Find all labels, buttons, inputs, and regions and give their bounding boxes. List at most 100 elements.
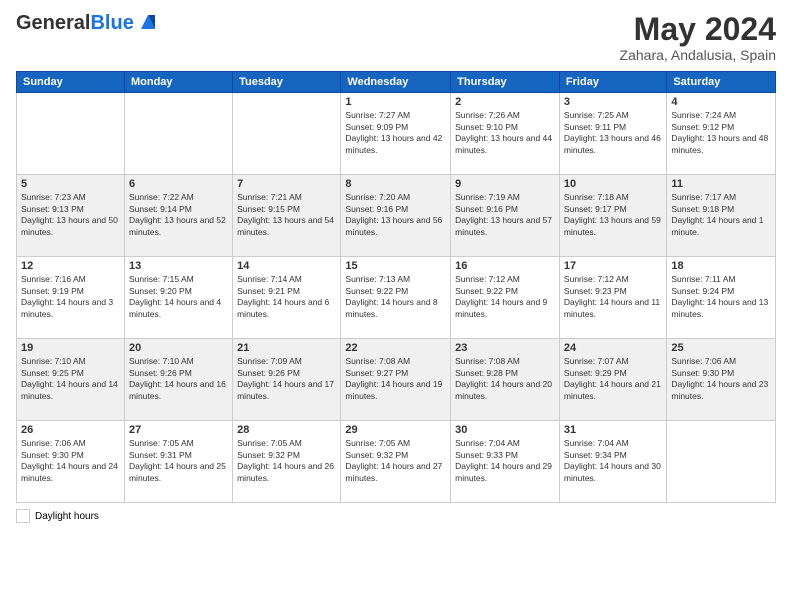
logo-blue: Blue <box>90 12 133 34</box>
day-number: 19 <box>21 342 120 354</box>
day-info: Sunrise: 7:19 AMSunset: 9:16 PMDaylight:… <box>455 192 555 238</box>
day-number: 11 <box>671 178 771 190</box>
calendar-cell: 3 Sunrise: 7:25 AMSunset: 9:11 PMDaylight… <box>559 93 666 175</box>
day-number: 13 <box>129 260 228 272</box>
day-info: Sunrise: 7:24 AMSunset: 9:12 PMDaylight:… <box>671 110 771 156</box>
calendar-cell: 2 Sunrise: 7:26 AMSunset: 9:10 PMDaylight… <box>451 93 560 175</box>
calendar-day-header: Wednesday <box>341 72 451 93</box>
calendar-cell <box>667 421 776 503</box>
legend: Daylight hours <box>16 509 776 523</box>
calendar-header-row: SundayMondayTuesdayWednesdayThursdayFrid… <box>17 72 776 93</box>
calendar-cell: 30Sunrise: 7:04 AMSunset: 9:33 PMDayligh… <box>451 421 560 503</box>
day-number: 24 <box>564 342 662 354</box>
calendar-cell: 5Sunrise: 7:23 AMSunset: 9:13 PMDaylight… <box>17 175 125 257</box>
day-info: Sunrise: 7:18 AMSunset: 9:17 PMDaylight:… <box>564 192 662 238</box>
day-info: Sunrise: 7:14 AMSunset: 9:21 PMDaylight:… <box>237 274 336 320</box>
header: GeneralBlue May 2024 Zahara, Andalusia, … <box>16 12 776 63</box>
day-number: 16 <box>455 260 555 272</box>
calendar-cell: 29Sunrise: 7:05 AMSunset: 9:32 PMDayligh… <box>341 421 451 503</box>
calendar-cell: 18 Sunrise: 7:11 AMSunset: 9:24 PMDayligh… <box>667 257 776 339</box>
calendar-cell <box>233 93 341 175</box>
day-info: Sunrise: 7:04 AMSunset: 9:34 PMDaylight:… <box>564 438 662 484</box>
day-info: Sunrise: 7:06 AMSunset: 9:30 PMDaylight:… <box>671 356 771 402</box>
calendar-cell: 13 Sunrise: 7:15 AMSunset: 9:20 PMDayligh… <box>124 257 232 339</box>
calendar-cell: 25Sunrise: 7:06 AMSunset: 9:30 PMDayligh… <box>667 339 776 421</box>
calendar-day-header: Sunday <box>17 72 125 93</box>
calendar-cell: 16Sunrise: 7:12 AMSunset: 9:22 PMDayligh… <box>451 257 560 339</box>
day-info: Sunrise: 7:05 AMSunset: 9:32 PMDaylight:… <box>345 438 446 484</box>
calendar-week-row: 26 Sunrise: 7:06 AMSunset: 9:30 PMDayligh… <box>17 421 776 503</box>
day-info: Sunrise: 7:05 AMSunset: 9:31 PMDaylight:… <box>129 438 228 484</box>
calendar-cell: 6 Sunrise: 7:22 AMSunset: 9:14 PMDaylight… <box>124 175 232 257</box>
calendar-cell: 17Sunrise: 7:12 AMSunset: 9:23 PMDayligh… <box>559 257 666 339</box>
calendar-cell: 28 Sunrise: 7:05 AMSunset: 9:32 PMDayligh… <box>233 421 341 503</box>
calendar-week-row: 1Sunrise: 7:27 AMSunset: 9:09 PMDaylight… <box>17 93 776 175</box>
calendar-day-header: Friday <box>559 72 666 93</box>
daylight-label: Daylight hours <box>35 511 99 522</box>
day-info: Sunrise: 7:05 AMSunset: 9:32 PMDaylight:… <box>237 438 336 484</box>
calendar-cell: 21 Sunrise: 7:09 AMSunset: 9:26 PMDayligh… <box>233 339 341 421</box>
day-number: 22 <box>345 342 446 354</box>
day-number: 21 <box>237 342 336 354</box>
day-number: 2 <box>455 96 555 108</box>
calendar-day-header: Monday <box>124 72 232 93</box>
day-number: 18 <box>671 260 771 272</box>
calendar-cell: 4 Sunrise: 7:24 AMSunset: 9:12 PMDaylight… <box>667 93 776 175</box>
day-info: Sunrise: 7:06 AMSunset: 9:30 PMDaylight:… <box>21 438 120 484</box>
calendar-cell: 1Sunrise: 7:27 AMSunset: 9:09 PMDaylight… <box>341 93 451 175</box>
calendar-cell: 14 Sunrise: 7:14 AMSunset: 9:21 PMDayligh… <box>233 257 341 339</box>
calendar-day-header: Tuesday <box>233 72 341 93</box>
day-info: Sunrise: 7:10 AMSunset: 9:25 PMDaylight:… <box>21 356 120 402</box>
day-number: 6 <box>129 178 228 190</box>
day-number: 23 <box>455 342 555 354</box>
day-info: Sunrise: 7:17 AMSunset: 9:18 PMDaylight:… <box>671 192 771 238</box>
calendar-cell: 12Sunrise: 7:16 AMSunset: 9:19 PMDayligh… <box>17 257 125 339</box>
calendar-cell <box>17 93 125 175</box>
calendar-cell: 22 Sunrise: 7:08 AMSunset: 9:27 PMDayligh… <box>341 339 451 421</box>
day-number: 14 <box>237 260 336 272</box>
calendar-table: SundayMondayTuesdayWednesdayThursdayFrid… <box>16 71 776 503</box>
day-info: Sunrise: 7:22 AMSunset: 9:14 PMDaylight:… <box>129 192 228 238</box>
calendar-cell: 11 Sunrise: 7:17 AMSunset: 9:18 PMDayligh… <box>667 175 776 257</box>
day-info: Sunrise: 7:25 AMSunset: 9:11 PMDaylight:… <box>564 110 662 156</box>
day-number: 28 <box>237 424 336 436</box>
day-number: 8 <box>345 178 446 190</box>
calendar-cell: 23Sunrise: 7:08 AMSunset: 9:28 PMDayligh… <box>451 339 560 421</box>
day-info: Sunrise: 7:23 AMSunset: 9:13 PMDaylight:… <box>21 192 120 238</box>
page: GeneralBlue May 2024 Zahara, Andalusia, … <box>0 0 792 612</box>
calendar-cell <box>124 93 232 175</box>
day-info: Sunrise: 7:20 AMSunset: 9:16 PMDaylight:… <box>345 192 446 238</box>
logo: GeneralBlue <box>16 12 159 35</box>
day-info: Sunrise: 7:13 AMSunset: 9:22 PMDaylight:… <box>345 274 446 320</box>
calendar-cell: 20Sunrise: 7:10 AMSunset: 9:26 PMDayligh… <box>124 339 232 421</box>
day-info: Sunrise: 7:12 AMSunset: 9:23 PMDaylight:… <box>564 274 662 320</box>
calendar-cell: 31Sunrise: 7:04 AMSunset: 9:34 PMDayligh… <box>559 421 666 503</box>
calendar-week-row: 19 Sunrise: 7:10 AMSunset: 9:25 PMDayligh… <box>17 339 776 421</box>
day-number: 27 <box>129 424 228 436</box>
day-info: Sunrise: 7:11 AMSunset: 9:24 PMDaylight:… <box>671 274 771 320</box>
calendar-cell: 27 Sunrise: 7:05 AMSunset: 9:31 PMDayligh… <box>124 421 232 503</box>
day-number: 15 <box>345 260 446 272</box>
calendar-week-row: 5Sunrise: 7:23 AMSunset: 9:13 PMDaylight… <box>17 175 776 257</box>
day-info: Sunrise: 7:07 AMSunset: 9:29 PMDaylight:… <box>564 356 662 402</box>
day-info: Sunrise: 7:08 AMSunset: 9:27 PMDaylight:… <box>345 356 446 402</box>
day-number: 3 <box>564 96 662 108</box>
day-number: 7 <box>237 178 336 190</box>
calendar-cell: 15 Sunrise: 7:13 AMSunset: 9:22 PMDayligh… <box>341 257 451 339</box>
day-info: Sunrise: 7:16 AMSunset: 9:19 PMDaylight:… <box>21 274 120 320</box>
month-title: May 2024 <box>620 12 776 47</box>
location: Zahara, Andalusia, Spain <box>620 47 776 63</box>
day-info: Sunrise: 7:26 AMSunset: 9:10 PMDaylight:… <box>455 110 555 156</box>
day-info: Sunrise: 7:09 AMSunset: 9:26 PMDaylight:… <box>237 356 336 402</box>
day-info: Sunrise: 7:21 AMSunset: 9:15 PMDaylight:… <box>237 192 336 238</box>
calendar-cell: 24 Sunrise: 7:07 AMSunset: 9:29 PMDayligh… <box>559 339 666 421</box>
day-info: Sunrise: 7:04 AMSunset: 9:33 PMDaylight:… <box>455 438 555 484</box>
day-info: Sunrise: 7:10 AMSunset: 9:26 PMDaylight:… <box>129 356 228 402</box>
calendar-cell: 26 Sunrise: 7:06 AMSunset: 9:30 PMDayligh… <box>17 421 125 503</box>
day-info: Sunrise: 7:15 AMSunset: 9:20 PMDaylight:… <box>129 274 228 320</box>
day-number: 9 <box>455 178 555 190</box>
day-number: 4 <box>671 96 771 108</box>
day-number: 10 <box>564 178 662 190</box>
calendar-cell: 8 Sunrise: 7:20 AMSunset: 9:16 PMDaylight… <box>341 175 451 257</box>
day-number: 26 <box>21 424 120 436</box>
